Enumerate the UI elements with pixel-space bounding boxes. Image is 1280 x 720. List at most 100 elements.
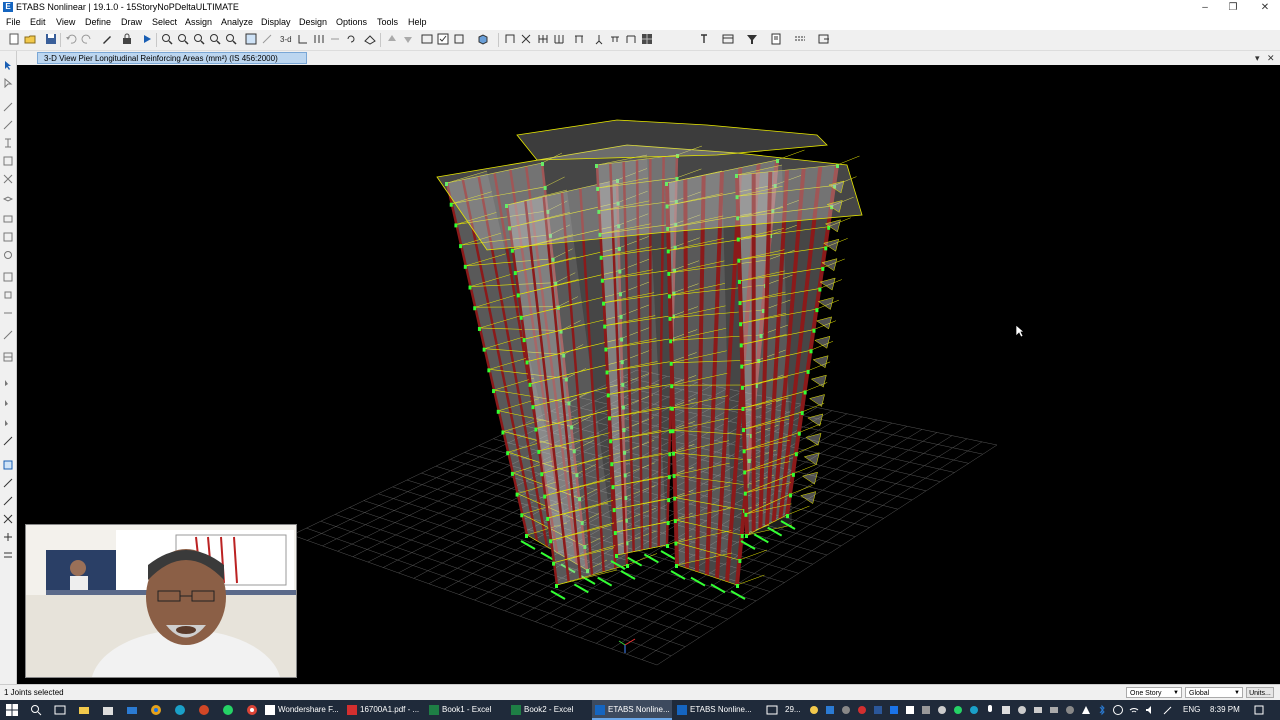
draw-rect-floor-icon[interactable] (3, 214, 13, 224)
draw-opening-icon[interactable] (3, 250, 13, 260)
rotate-icon[interactable] (345, 33, 357, 45)
powerpoint-icon[interactable] (198, 704, 210, 716)
view-menu-arrow[interactable]: ▾ (1255, 51, 1260, 65)
snap-end-icon[interactable] (3, 478, 13, 488)
taskbar-app-4[interactable]: ETABS Nonline... (592, 700, 672, 720)
wifi-icon[interactable] (1128, 704, 1140, 716)
table-icon[interactable] (722, 33, 734, 45)
file-explorer-icon[interactable] (78, 704, 90, 716)
redo-icon[interactable] (81, 33, 93, 45)
search-icon[interactable] (30, 704, 42, 716)
draw-column-icon[interactable] (625, 33, 637, 45)
clear-selection-icon[interactable] (3, 418, 13, 428)
zoom-window-icon[interactable] (161, 33, 173, 45)
reshape-icon[interactable] (3, 77, 13, 89)
draw-brace-icon[interactable] (520, 33, 532, 45)
tray-app-icon[interactable] (766, 704, 778, 716)
menu-tools[interactable]: Tools (377, 17, 398, 27)
zoom-in-icon[interactable] (177, 33, 189, 45)
menu-edit[interactable]: Edit (30, 17, 46, 27)
wall-stack-icon[interactable] (3, 352, 13, 362)
menu-design[interactable]: Design (299, 17, 327, 27)
menu-file[interactable]: File (6, 17, 21, 27)
draw-beam-icon[interactable] (573, 33, 585, 45)
minimize-button[interactable]: – (1190, 0, 1220, 15)
xz-view-icon[interactable] (329, 33, 341, 45)
select-all-icon[interactable] (3, 378, 13, 388)
menu-view[interactable]: View (56, 17, 75, 27)
story-option-dropdown[interactable]: One Story ▼ (1126, 687, 1182, 698)
menu-analyze[interactable]: Analyze (221, 17, 253, 27)
taskbar-app-1[interactable]: 16700A1.pdf - ... (344, 700, 424, 720)
chrome-icon[interactable] (150, 704, 162, 716)
open-icon[interactable] (24, 33, 36, 45)
draw-brace-side-icon[interactable] (3, 174, 13, 184)
report-icon[interactable] (770, 33, 782, 45)
bluetooth-icon[interactable] (1096, 704, 1108, 716)
zoom-previous-icon[interactable] (225, 33, 237, 45)
model-viewport[interactable]: 3-D View Pier Longitudinal Reinforcing A… (17, 51, 1280, 684)
tray-icon-7[interactable] (904, 704, 916, 716)
draw-joint-icon[interactable] (3, 102, 13, 112)
mail-icon[interactable] (126, 704, 138, 716)
menu-display[interactable]: Display (261, 17, 291, 27)
tray-icon-9[interactable] (936, 704, 948, 716)
restore-button[interactable]: ❐ (1218, 0, 1248, 15)
language-indicator[interactable]: ENG (1183, 700, 1200, 720)
rubber-band-icon[interactable] (261, 33, 273, 45)
pan-icon[interactable] (245, 33, 257, 45)
tray-icon-17[interactable] (1080, 704, 1092, 716)
tray-icon-13[interactable] (1016, 704, 1028, 716)
snap-intersection-icon[interactable] (3, 514, 13, 524)
tray-icon-2[interactable] (824, 704, 836, 716)
run-analysis-icon[interactable] (141, 33, 153, 45)
line-style-icon[interactable] (794, 33, 806, 45)
zoom-extents-icon[interactable] (209, 33, 221, 45)
taskbar-app-5[interactable]: ETABS Nonline... (674, 700, 754, 720)
tray-icon-14[interactable] (1032, 704, 1044, 716)
save-icon[interactable] (45, 33, 57, 45)
snap-mid-icon[interactable] (3, 496, 13, 506)
check-icon[interactable] (437, 33, 449, 45)
coord-system-dropdown[interactable]: Global ▼ (1185, 687, 1243, 698)
pencil-icon[interactable] (101, 33, 113, 45)
draw-wall-icon[interactable] (553, 33, 565, 45)
menu-options[interactable]: Options (336, 17, 367, 27)
notification-icon[interactable] (1253, 704, 1265, 716)
display-grid-icon[interactable] (641, 33, 653, 45)
tray-icon-15[interactable] (1048, 704, 1060, 716)
tray-icon-3[interactable] (840, 704, 852, 716)
draw-column-side-icon[interactable] (3, 138, 13, 148)
zoom-out-icon[interactable] (193, 33, 205, 45)
perspective-icon[interactable] (364, 33, 376, 45)
menu-draw[interactable]: Draw (121, 17, 142, 27)
draw-beam-side-icon[interactable] (3, 156, 13, 166)
task-view-icon[interactable] (54, 704, 66, 716)
snap-perpendicular-icon[interactable] (3, 532, 13, 542)
export-icon[interactable] (818, 33, 830, 45)
tray-icon-5[interactable] (872, 704, 884, 716)
lock-icon[interactable] (121, 33, 133, 45)
view-3d-button[interactable]: 3-d (280, 35, 292, 44)
draw-dimension-icon[interactable] (3, 308, 13, 318)
load-icon[interactable] (609, 33, 621, 45)
new-model-icon[interactable] (8, 33, 20, 45)
undo-icon[interactable] (65, 33, 77, 45)
store-icon[interactable] (102, 704, 114, 716)
weather-text[interactable]: 29... (785, 700, 801, 720)
filter-icon[interactable] (746, 33, 758, 45)
move-down-icon[interactable] (402, 33, 414, 45)
menu-select[interactable]: Select (152, 17, 177, 27)
close-button[interactable]: ✕ (1250, 0, 1280, 15)
windows-start-icon[interactable] (6, 704, 18, 716)
snap-point-icon[interactable] (3, 460, 13, 470)
menu-assign[interactable]: Assign (185, 17, 212, 27)
taskbar-app-3[interactable]: Book2 - Excel (508, 700, 588, 720)
tray-icon-10[interactable] (952, 704, 964, 716)
draw-line-icon[interactable] (3, 120, 13, 130)
menu-help[interactable]: Help (408, 17, 427, 27)
view-close-button[interactable]: ✕ (1267, 51, 1275, 65)
volume-icon[interactable] (1144, 704, 1156, 716)
tray-icon-12[interactable] (1000, 704, 1012, 716)
draw-link-icon[interactable] (3, 272, 13, 282)
